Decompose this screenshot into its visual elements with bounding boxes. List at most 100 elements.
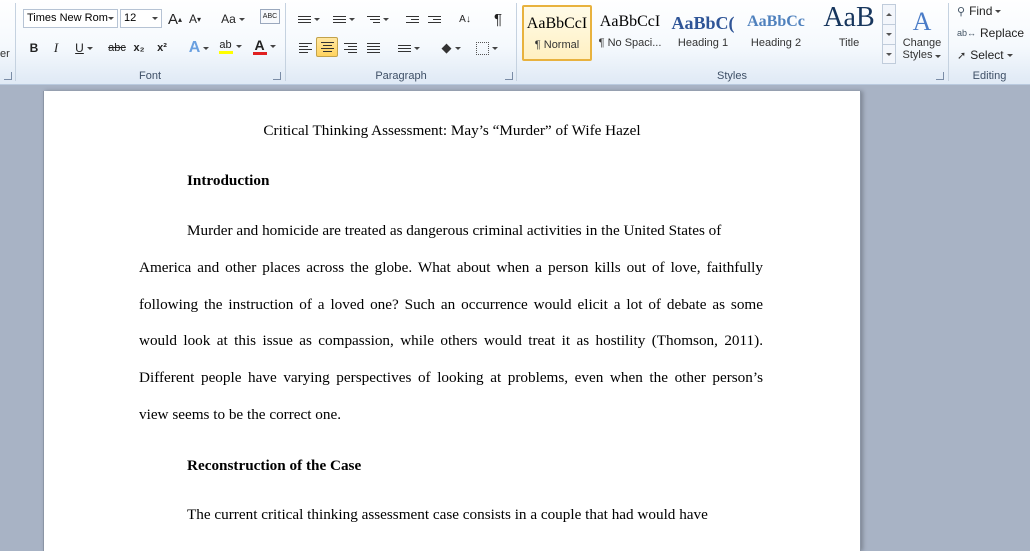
bold-icon: B <box>29 41 39 55</box>
paragraph-line[interactable]: Murder and homicide are treated as dange… <box>187 222 751 240</box>
font-color-bar <box>252 51 267 55</box>
heading-introduction[interactable]: Introduction <box>187 172 811 190</box>
paragraph-line[interactable]: view seems to be the correct one. <box>139 406 763 424</box>
gallery-more-icon[interactable] <box>883 45 895 64</box>
style-normal[interactable]: AaBbCcI ¶ Normal <box>522 5 592 61</box>
replace-button[interactable]: ab↔ Replace <box>957 24 1024 42</box>
justify-icon <box>366 43 380 53</box>
style-heading-2[interactable]: AaBbCc Heading 2 <box>741 5 811 61</box>
highlight-glyph: ab <box>219 38 232 51</box>
increase-indent-button[interactable] <box>424 9 444 29</box>
style-sample: AaBbCcI <box>599 13 661 30</box>
style-sample: AaBbCc <box>747 13 805 30</box>
gallery-up-icon[interactable] <box>883 5 895 25</box>
find-button[interactable]: ⚲ Find <box>957 2 1001 20</box>
borders-icon <box>476 41 489 55</box>
bullets-button[interactable] <box>295 9 323 29</box>
shrink-font-button[interactable]: A ▾ <box>186 9 204 29</box>
superscript-button[interactable]: x² <box>153 38 171 58</box>
style-sample: AaBbCcI <box>526 15 588 32</box>
increase-indent-icon <box>427 15 441 23</box>
style-gallery-scroll[interactable] <box>882 4 896 64</box>
clipboard-launcher[interactable] <box>4 72 12 80</box>
style-heading-1[interactable]: AaBbC( Heading 1 <box>668 5 738 61</box>
editing-group-label: Editing <box>972 70 1007 82</box>
styles-dialog-launcher[interactable] <box>936 72 944 80</box>
highlight-button[interactable]: ab <box>216 36 244 56</box>
shading-button[interactable]: ◆ <box>436 38 466 58</box>
style-title[interactable]: AaB Title <box>814 5 884 61</box>
underline-button[interactable]: U <box>71 38 97 58</box>
align-right-icon <box>343 43 357 53</box>
paragraph-group: A↓ ¶ ◆ Paragraph <box>286 0 516 84</box>
shrink-font-icon: A <box>188 12 197 26</box>
sort-icon: A↓ <box>459 13 471 25</box>
paragraph-line[interactable]: would look at this issue as compassion, … <box>139 332 763 350</box>
align-center-button[interactable] <box>316 37 338 57</box>
font-dialog-launcher[interactable] <box>273 72 281 80</box>
document-page[interactable]: Critical Thinking Assessment: May’s “Mur… <box>43 91 861 551</box>
show-hide-button[interactable]: ¶ <box>488 9 508 29</box>
style-sample: AaB <box>823 7 875 33</box>
numbering-button[interactable] <box>330 9 358 29</box>
style-gallery: AaBbCcI ¶ Normal AaBbCcI ¶ No Spaci... A… <box>519 4 881 64</box>
align-right-button[interactable] <box>340 38 360 58</box>
paragraph-line[interactable]: America and other places across the glob… <box>139 259 763 277</box>
subscript-icon: x₂ <box>133 42 145 54</box>
change-case-button[interactable]: Aa <box>219 9 247 29</box>
eraser-icon: ABC <box>262 13 278 20</box>
font-group: Times New Rom 12 A ▴ A ▾ Aa ABC B I U abc … <box>16 0 284 84</box>
strikethrough-icon: abc <box>108 42 126 54</box>
highlight-color-bar <box>218 50 233 54</box>
change-styles-button[interactable]: A Change Styles <box>899 3 945 65</box>
align-center-icon <box>320 42 334 52</box>
font-group-label: Font <box>138 70 161 82</box>
font-name-value: Times New Rom <box>27 12 108 24</box>
style-name: ¶ No Spaci... <box>598 37 662 49</box>
line-spacing-button[interactable] <box>394 38 424 58</box>
select-button[interactable]: ➚ Select <box>957 46 1013 64</box>
underline-icon: U <box>75 41 84 55</box>
paragraph-line[interactable]: Different people have varying perspectiv… <box>139 369 763 387</box>
paragraph-line[interactable]: following the instruction of a loved one… <box>139 296 763 314</box>
paint-bucket-icon: ◆ <box>441 40 452 55</box>
font-color-button[interactable]: A <box>250 36 278 56</box>
style-no-spacing[interactable]: AaBbCcI ¶ No Spaci... <box>595 5 665 61</box>
superscript-icon: x² <box>157 42 167 54</box>
document-area[interactable]: Critical Thinking Assessment: May’s “Mur… <box>0 85 1030 551</box>
subscript-button[interactable]: x₂ <box>130 38 148 58</box>
grow-font-button[interactable]: A ▴ <box>166 9 184 29</box>
italic-button[interactable]: I <box>47 38 65 58</box>
paragraph-dialog-launcher[interactable] <box>505 72 513 80</box>
replace-icon: ab↔ <box>957 28 977 38</box>
change-styles-icon: A <box>912 7 932 36</box>
font-size-combo[interactable]: 12 <box>120 9 162 28</box>
font-color-glyph: A <box>254 36 265 53</box>
find-label: Find <box>969 4 993 18</box>
borders-button[interactable] <box>472 38 502 58</box>
grow-font-icon: A <box>167 10 178 28</box>
document-title[interactable]: Critical Thinking Assessment: May’s “Mur… <box>44 122 860 140</box>
clear-formatting-button[interactable]: ABC <box>260 9 280 24</box>
align-left-button[interactable] <box>295 38 315 58</box>
strikethrough-button[interactable]: abc <box>106 38 128 58</box>
font-name-combo[interactable]: Times New Rom <box>23 9 118 28</box>
pilcrow-icon: ¶ <box>493 10 503 28</box>
style-sample: AaBbC( <box>671 13 735 33</box>
text-effects-button[interactable]: A <box>186 38 212 58</box>
paragraph-line[interactable]: The current critical thinking assessment… <box>187 506 737 524</box>
sort-button[interactable]: A↓ <box>454 9 476 29</box>
font-size-value: 12 <box>124 12 137 24</box>
clipboard-group: er <box>0 0 14 84</box>
numbering-icon <box>333 15 346 23</box>
gallery-down-icon[interactable] <box>883 25 895 45</box>
ribbon: er Times New Rom 12 A ▴ A ▾ Aa ABC B I U a… <box>0 0 1030 85</box>
decrease-indent-button[interactable] <box>402 9 422 29</box>
multilevel-list-button[interactable] <box>364 9 392 29</box>
style-name: ¶ Normal <box>534 39 580 51</box>
replace-label: Replace <box>980 26 1025 40</box>
decrease-indent-icon <box>405 15 419 23</box>
bold-button[interactable]: B <box>25 38 43 58</box>
heading-reconstruction[interactable]: Reconstruction of the Case <box>187 457 811 475</box>
justify-button[interactable] <box>363 38 383 58</box>
